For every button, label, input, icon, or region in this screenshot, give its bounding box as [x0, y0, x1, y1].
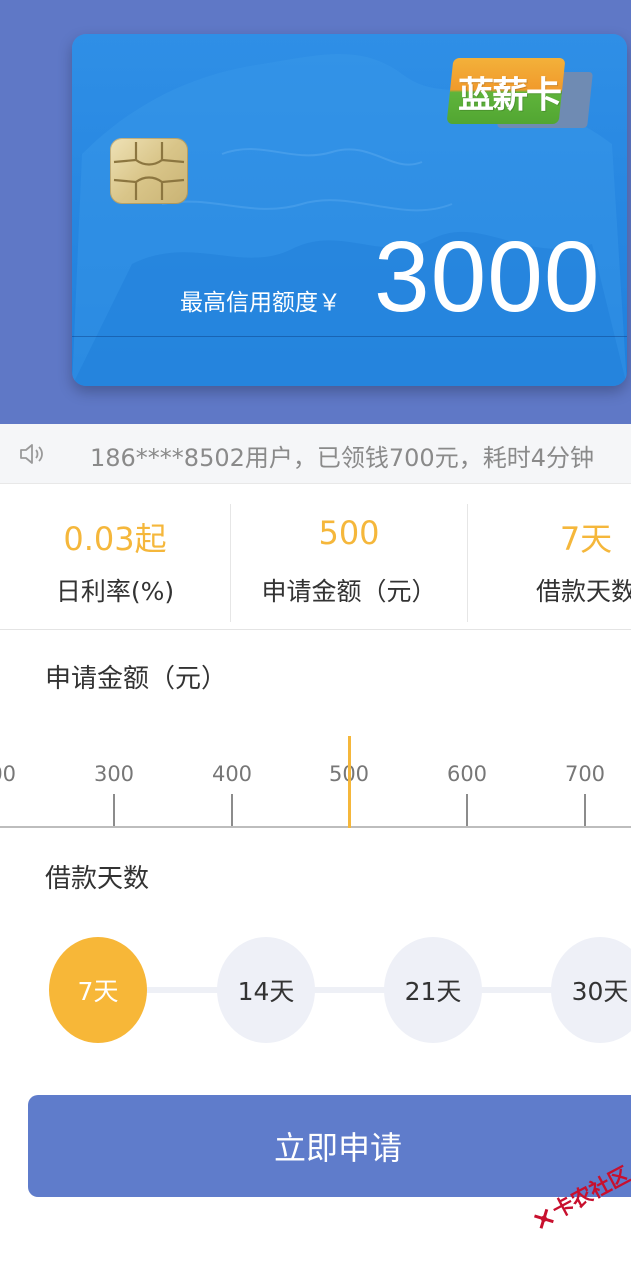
chip-icon	[110, 138, 188, 204]
speaker-icon	[20, 444, 43, 464]
tick-label: 600	[446, 762, 488, 786]
ruler-tick	[113, 794, 115, 827]
stat-value: 0.03起	[63, 520, 167, 558]
stat-value: 7天	[559, 520, 613, 558]
day-option-7[interactable]: 7天	[49, 937, 147, 1043]
tick-label: 300	[93, 762, 135, 786]
notice-text: 186****8502用户，已领钱700元，耗时4分钟	[90, 444, 594, 472]
hero-banner: 蓝薪卡 最高信用额度￥ 3000	[0, 0, 631, 424]
slider-indicator[interactable]	[348, 736, 351, 828]
stat-value: 500	[318, 514, 380, 552]
apply-button[interactable]: 立即申请	[28, 1095, 631, 1197]
days-section-title: 借款天数	[45, 864, 150, 894]
notice-bar: 186****8502用户，已领钱700元，耗时4分钟	[0, 424, 631, 484]
stat-label: 日利率(%)	[55, 577, 175, 606]
ruler-tick	[231, 794, 233, 827]
credit-limit-value: 3000	[374, 221, 601, 333]
brand-logo: 蓝薪卡	[446, 58, 593, 128]
day-option-14[interactable]: 14天	[217, 937, 315, 1043]
ruler-baseline	[0, 826, 631, 828]
stat-label: 借款天数	[535, 577, 631, 606]
stat-label: 申请金额（元）	[261, 577, 437, 606]
card-divider	[72, 336, 627, 337]
credit-card: 蓝薪卡 最高信用额度￥ 3000	[72, 34, 627, 386]
stat-loan-days: 7天 借款天数	[468, 484, 631, 630]
tick-label: 700	[564, 762, 606, 786]
day-option-30[interactable]: 30天	[551, 937, 631, 1043]
ruler-tick	[584, 794, 586, 827]
tick-label: 200	[0, 762, 17, 786]
credit-limit-label: 最高信用额度￥	[180, 290, 341, 316]
stat-apply-amount: 500 申请金额（元）	[231, 484, 467, 630]
loan-summary: 0.03起 日利率(%) 500 申请金额（元） 7天 借款天数	[0, 484, 631, 630]
day-option-21[interactable]: 21天	[384, 937, 482, 1043]
ruler-tick	[466, 794, 468, 827]
tick-label: 400	[211, 762, 253, 786]
amount-slider[interactable]: 200 300 400 500 600 700	[0, 736, 631, 834]
stat-daily-rate: 0.03起 日利率(%)	[0, 484, 230, 630]
amount-section-title: 申请金额（元）	[45, 664, 228, 694]
brand-logo-text: 蓝薪卡	[458, 75, 562, 116]
